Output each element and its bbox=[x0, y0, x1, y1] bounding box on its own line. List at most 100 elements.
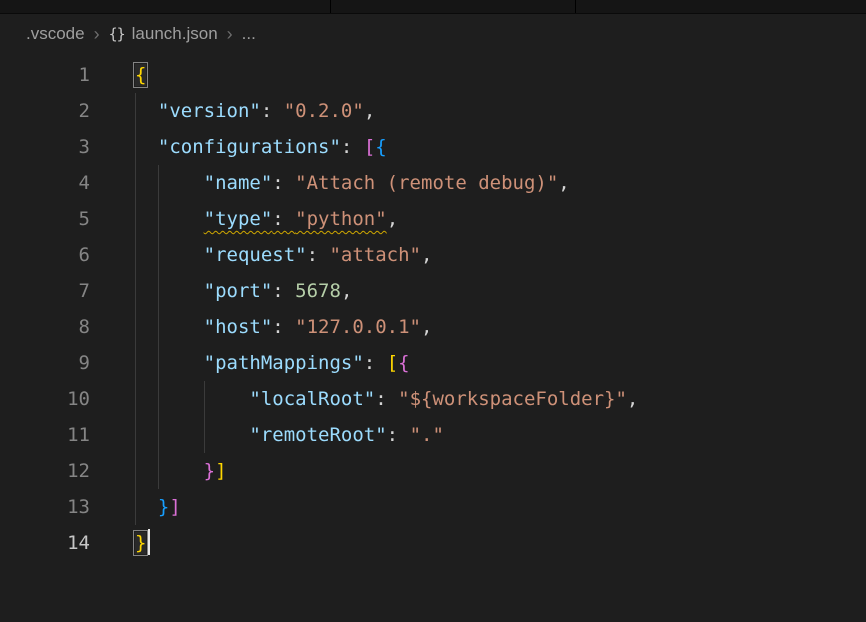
code-line[interactable]: 10 "localRoot": "${workspaceFolder}", bbox=[0, 381, 866, 417]
indent-guide bbox=[158, 417, 159, 453]
code-token: "${workspaceFolder}" bbox=[398, 388, 627, 410]
code-line-content[interactable]: "port": 5678, bbox=[135, 273, 866, 309]
code-line-content[interactable]: "localRoot": "${workspaceFolder}", bbox=[135, 381, 866, 417]
code-token bbox=[135, 172, 204, 194]
text-cursor bbox=[148, 529, 150, 555]
code-line-content[interactable]: "type": "python", bbox=[135, 201, 866, 237]
code-line[interactable]: 14} bbox=[0, 525, 866, 561]
indent-guide bbox=[135, 309, 136, 345]
code-token: "." bbox=[410, 424, 444, 446]
code-token: , bbox=[421, 244, 432, 266]
indent-guide bbox=[135, 381, 136, 417]
line-number[interactable]: 13 bbox=[0, 489, 90, 525]
code-token: "remoteRoot" bbox=[249, 424, 386, 446]
code-line-content[interactable]: }] bbox=[135, 489, 866, 525]
code-token: "localRoot" bbox=[249, 388, 375, 410]
code-line-content[interactable]: }] bbox=[135, 453, 866, 489]
line-number[interactable]: 10 bbox=[0, 381, 90, 417]
code-line[interactable]: 12 }] bbox=[0, 453, 866, 489]
indent-guide bbox=[135, 417, 136, 453]
code-line[interactable]: 1{ bbox=[0, 57, 866, 93]
line-number[interactable]: 7 bbox=[0, 273, 90, 309]
code-line[interactable]: 2 "version": "0.2.0", bbox=[0, 93, 866, 129]
code-line-content[interactable]: "remoteRoot": "." bbox=[135, 417, 866, 453]
code-line[interactable]: 8 "host": "127.0.0.1", bbox=[0, 309, 866, 345]
indent-guide bbox=[158, 273, 159, 309]
line-number[interactable]: 11 bbox=[0, 417, 90, 453]
code-token: : bbox=[375, 388, 398, 410]
matched-bracket: { bbox=[135, 64, 146, 86]
code-line[interactable]: 7 "port": 5678, bbox=[0, 273, 866, 309]
code-token bbox=[135, 316, 204, 338]
code-token: "python" bbox=[295, 208, 387, 230]
line-number[interactable]: 14 bbox=[0, 525, 90, 561]
code-line-content[interactable]: "version": "0.2.0", bbox=[135, 93, 866, 129]
code-token: "Attach (remote debug)" bbox=[295, 172, 558, 194]
breadcrumb-chevron-icon: › bbox=[227, 24, 233, 45]
indent-guide bbox=[135, 489, 136, 525]
indent-guide bbox=[135, 129, 136, 165]
code-token: , bbox=[387, 208, 398, 230]
code-token: : bbox=[364, 352, 387, 374]
code-token bbox=[135, 244, 204, 266]
code-token bbox=[135, 460, 204, 482]
line-number[interactable]: 4 bbox=[0, 165, 90, 201]
code-line[interactable]: 3 "configurations": [{ bbox=[0, 129, 866, 165]
indent-guide bbox=[158, 453, 159, 489]
code-token: } bbox=[158, 496, 169, 518]
code-line-content[interactable]: } bbox=[135, 525, 866, 561]
breadcrumb-chevron-icon: › bbox=[94, 24, 100, 45]
indent-guide bbox=[158, 237, 159, 273]
indent-guide bbox=[135, 165, 136, 201]
code-line-content[interactable]: "name": "Attach (remote debug)", bbox=[135, 165, 866, 201]
code-line[interactable]: 9 "pathMappings": [{ bbox=[0, 345, 866, 381]
tab-separator bbox=[575, 0, 576, 13]
indent-guide bbox=[158, 345, 159, 381]
indent-guide bbox=[158, 201, 159, 237]
code-token: , bbox=[421, 316, 432, 338]
indent-guide bbox=[135, 453, 136, 489]
code-line-content[interactable]: { bbox=[135, 57, 866, 93]
line-number[interactable]: 12 bbox=[0, 453, 90, 489]
code-token bbox=[135, 208, 204, 230]
indent-guide bbox=[135, 273, 136, 309]
indent-guide bbox=[158, 381, 159, 417]
code-token: : bbox=[272, 280, 295, 302]
code-token: "attach" bbox=[329, 244, 421, 266]
code-line-content[interactable]: "configurations": [{ bbox=[135, 129, 866, 165]
breadcrumb-file[interactable]: launch.json bbox=[132, 24, 218, 44]
line-number[interactable]: 9 bbox=[0, 345, 90, 381]
indent-guide bbox=[204, 417, 205, 453]
code-token: "type" bbox=[204, 208, 273, 230]
code-line-content[interactable]: "pathMappings": [{ bbox=[135, 345, 866, 381]
code-token: [ bbox=[387, 352, 398, 374]
code-token: : bbox=[272, 172, 295, 194]
code-token: "pathMappings" bbox=[204, 352, 364, 374]
code-token: "127.0.0.1" bbox=[295, 316, 421, 338]
line-number[interactable]: 5 bbox=[0, 201, 90, 237]
code-token bbox=[135, 280, 204, 302]
code-token bbox=[135, 388, 249, 410]
line-number[interactable]: 6 bbox=[0, 237, 90, 273]
code-token: "port" bbox=[204, 280, 273, 302]
line-number[interactable]: 2 bbox=[0, 93, 90, 129]
line-number[interactable]: 3 bbox=[0, 129, 90, 165]
code-editor[interactable]: 1{2 "version": "0.2.0",3 "configurations… bbox=[0, 54, 866, 561]
breadcrumb-folder[interactable]: .vscode bbox=[26, 24, 85, 44]
code-line-content[interactable]: "request": "attach", bbox=[135, 237, 866, 273]
matched-bracket: } bbox=[135, 532, 146, 554]
line-number[interactable]: 8 bbox=[0, 309, 90, 345]
code-line[interactable]: 13 }] bbox=[0, 489, 866, 525]
indent-guide bbox=[135, 237, 136, 273]
line-number[interactable]: 1 bbox=[0, 57, 90, 93]
code-line[interactable]: 11 "remoteRoot": "." bbox=[0, 417, 866, 453]
code-token bbox=[135, 100, 158, 122]
code-line[interactable]: 5 "type": "python", bbox=[0, 201, 866, 237]
code-line[interactable]: 4 "name": "Attach (remote debug)", bbox=[0, 165, 866, 201]
code-token: "host" bbox=[204, 316, 273, 338]
code-line[interactable]: 6 "request": "attach", bbox=[0, 237, 866, 273]
breadcrumb-symbol-path[interactable]: ... bbox=[242, 24, 256, 44]
code-line-content[interactable]: "host": "127.0.0.1", bbox=[135, 309, 866, 345]
code-token: : bbox=[387, 424, 410, 446]
code-token bbox=[135, 424, 249, 446]
